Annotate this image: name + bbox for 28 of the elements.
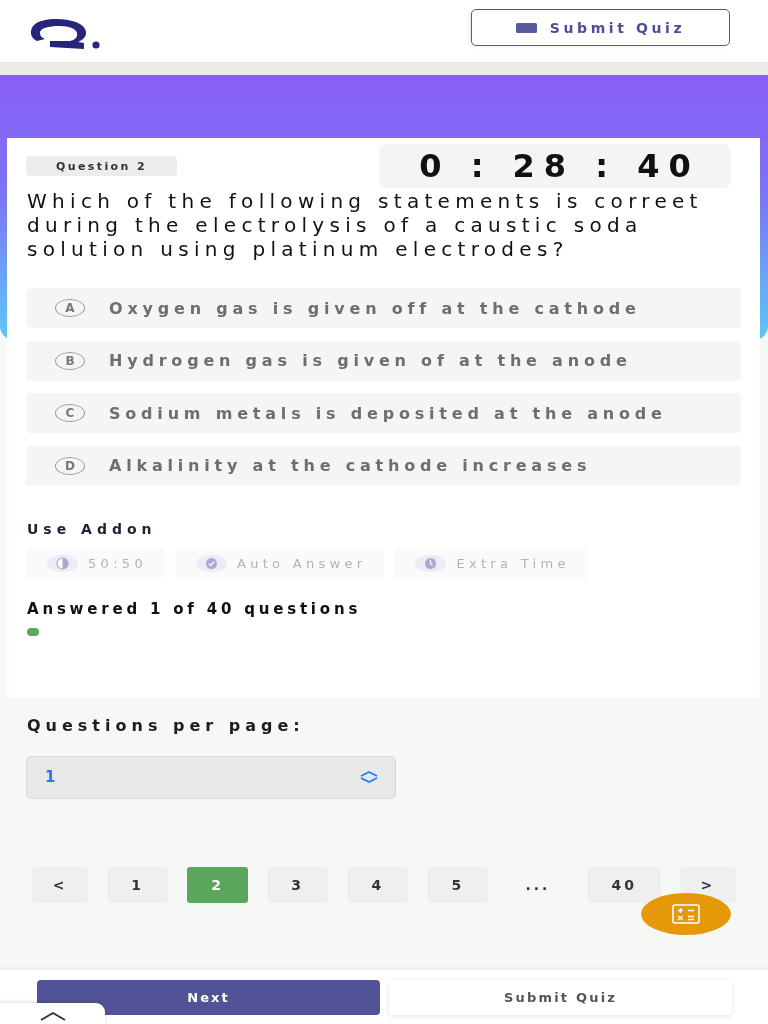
rectangle-icon (515, 22, 537, 33)
submit-quiz-button[interactable]: Submit Quiz (389, 980, 732, 1015)
calculator-icon (672, 904, 700, 924)
up-down-chevron-icon (359, 771, 379, 783)
page-button[interactable]: 40 (587, 866, 661, 903)
question-text: Which of the following statements is correet during the electrolysis of a caustic soda solution using platinum electrodes? (27, 189, 704, 261)
check-circle-icon (195, 554, 227, 572)
answer-option[interactable]: A Oxygen gas is given off at the cathode (26, 288, 741, 328)
chevron-up-icon (39, 1012, 66, 1021)
addon-heading: Use Addon (27, 520, 157, 538)
page-button[interactable]: 1 (107, 866, 169, 903)
submit-quiz-button[interactable]: Submit Quiz (471, 9, 730, 46)
half-circle-icon (47, 554, 78, 572)
clock-icon (415, 554, 447, 572)
page-ellipsis: ... (524, 876, 552, 893)
countdown-timer: 0 : 28 : 40 (379, 144, 731, 188)
answer-option[interactable]: D Alkalinity at the cathode increases (26, 445, 741, 486)
expand-tab[interactable] (0, 1003, 105, 1024)
page-button[interactable]: 4 (347, 866, 409, 903)
answered-count: Answered 1 of 40 questions (27, 600, 362, 618)
question-number-label: Question 2 (26, 156, 177, 176)
page-button[interactable]: 5 (427, 866, 489, 903)
per-page-label: Questions per page: (27, 716, 305, 734)
next-button[interactable]: Next (37, 980, 380, 1015)
page-arrow-button[interactable]: < (32, 866, 88, 903)
answer-option[interactable]: C Sodium metals is deposited at the anode (26, 393, 741, 433)
answer-option[interactable]: B Hydrogen gas is given of at the anode (26, 340, 741, 381)
page-button[interactable]: 3 (267, 866, 329, 903)
